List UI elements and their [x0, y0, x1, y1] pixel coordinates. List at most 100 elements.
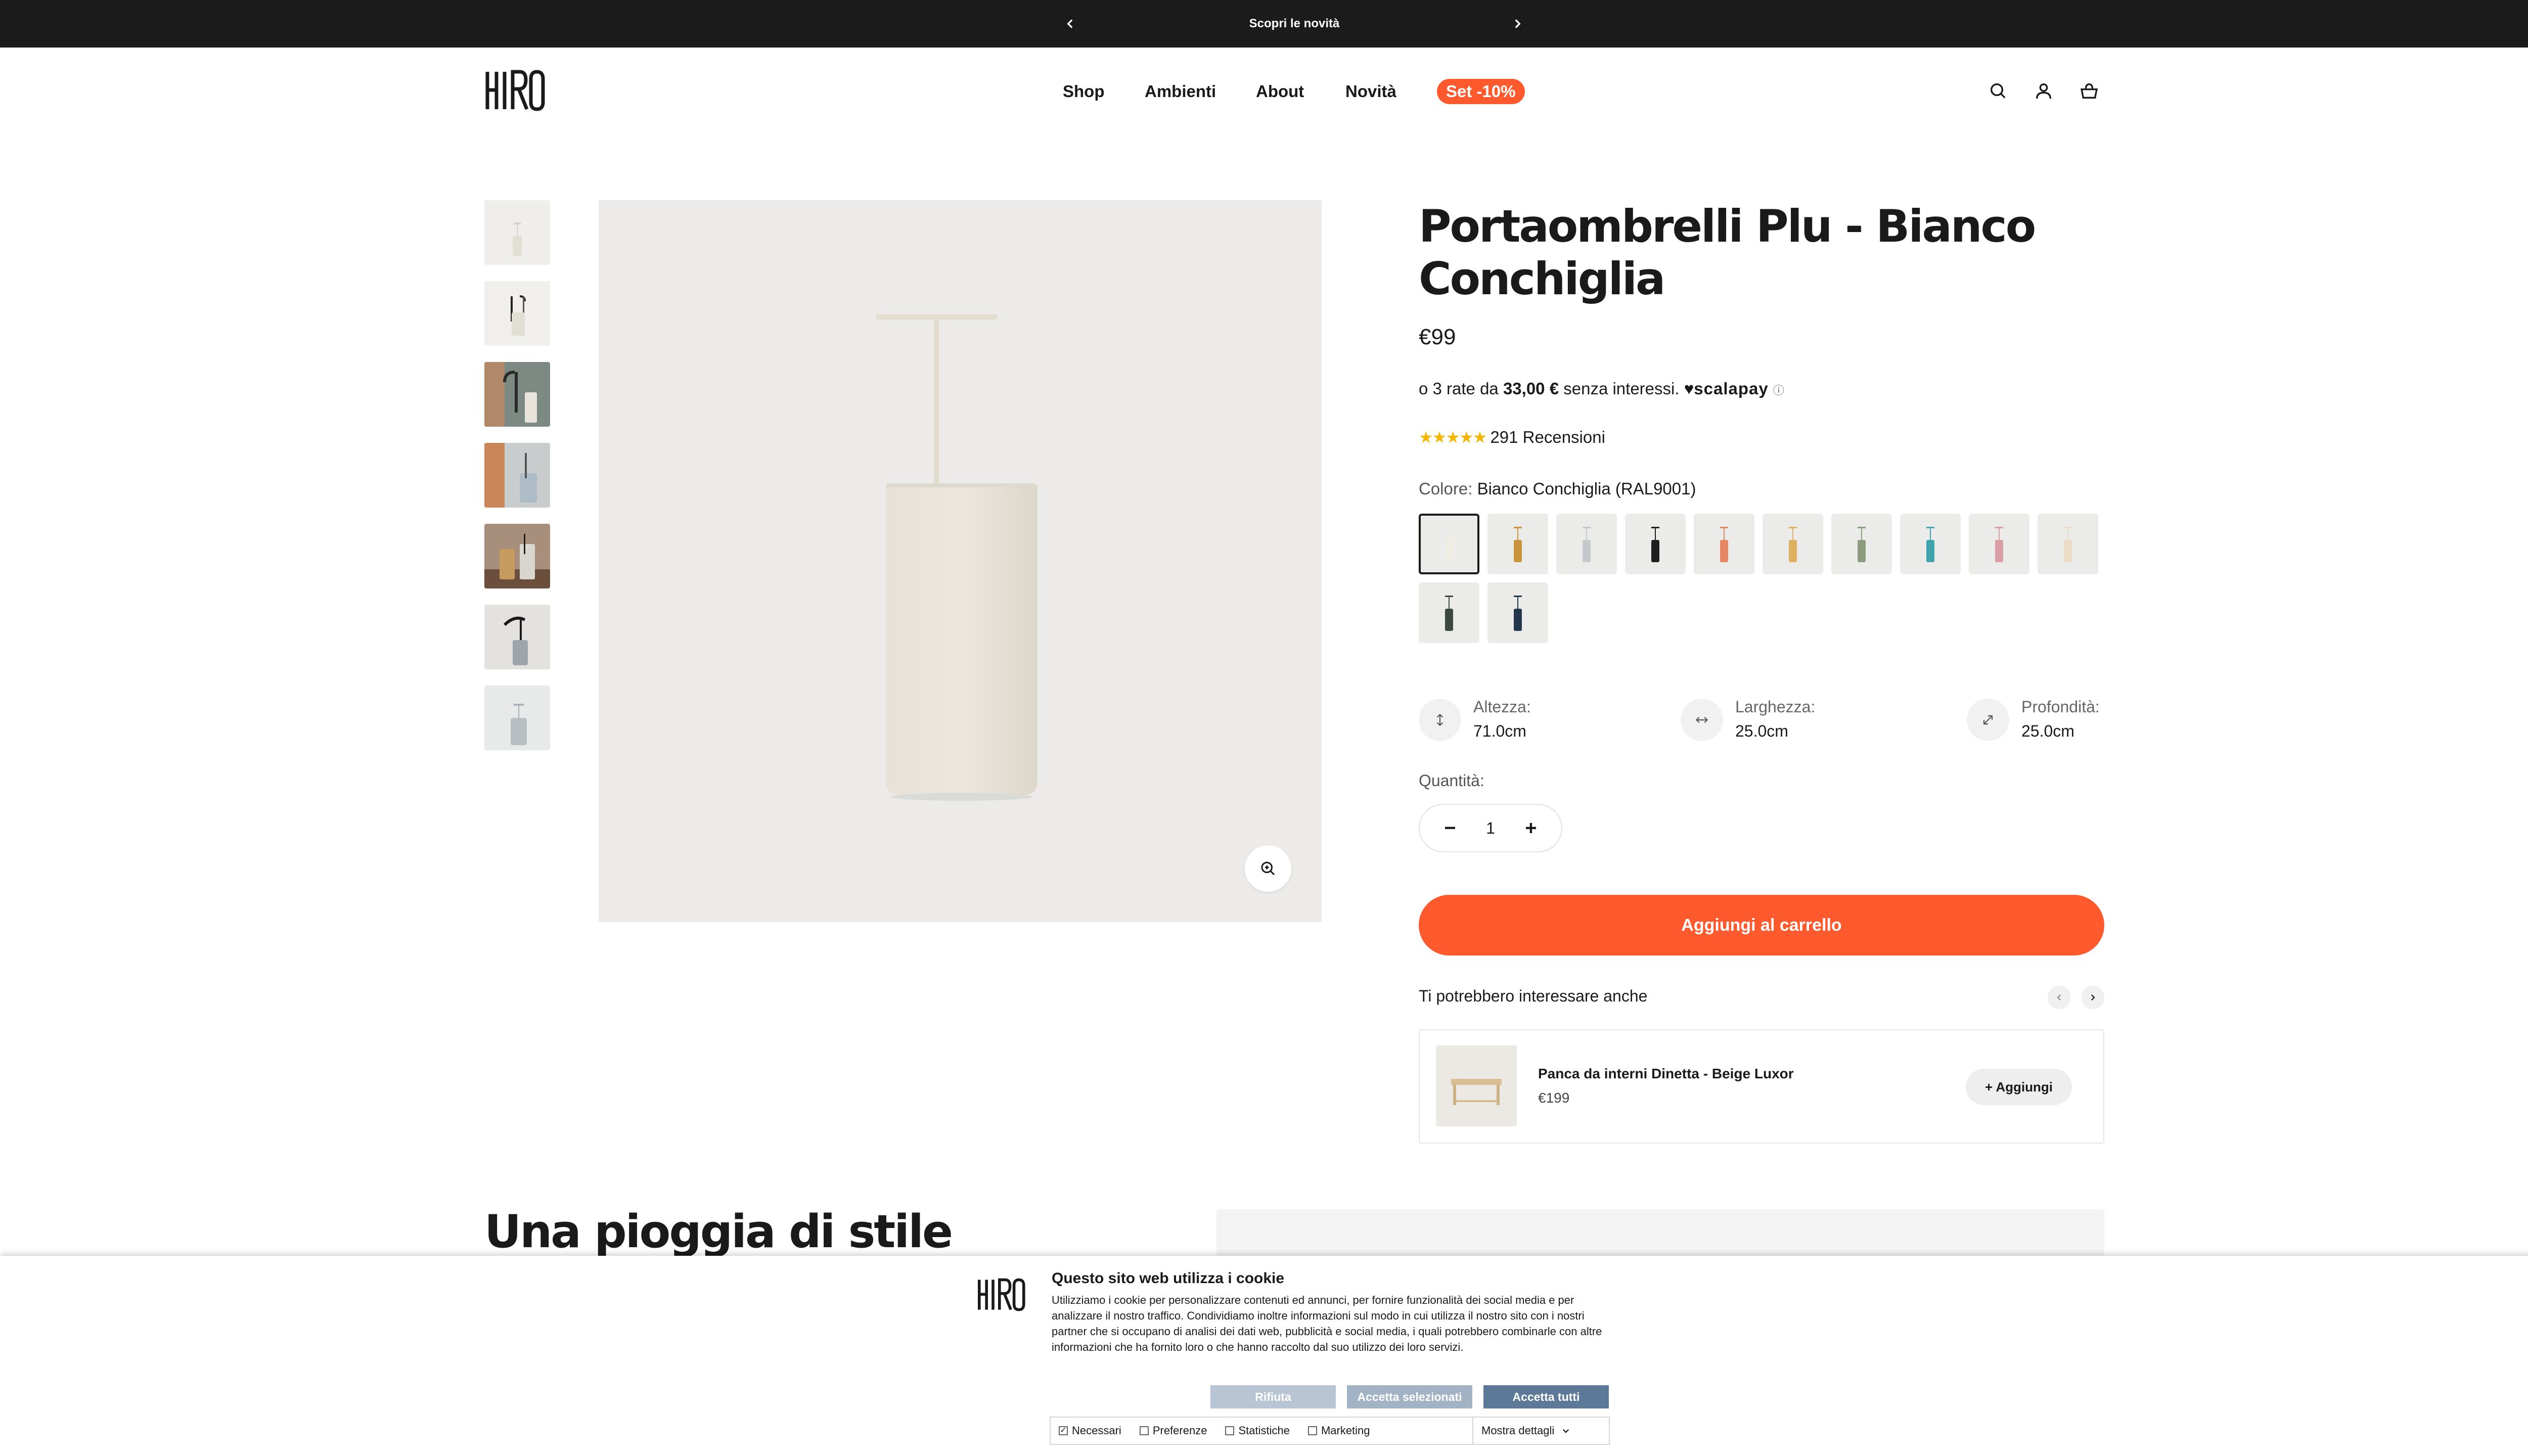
- quantity-label: Quantità:: [1419, 771, 1484, 790]
- cookie-option-preferenze[interactable]: Preferenze: [1139, 1424, 1207, 1437]
- product-price: €99: [1419, 325, 1456, 349]
- thumbnail-7[interactable]: [484, 686, 550, 750]
- color-label: Colore: Bianco Conchiglia (RAL9001): [1419, 479, 1696, 498]
- add-recommendation-button[interactable]: + Aggiungi: [1966, 1069, 2072, 1105]
- color-swatch[interactable]: [1419, 514, 1479, 574]
- option-label: Preferenze: [1152, 1424, 1207, 1437]
- installments-suffix: senza interessi.: [1563, 379, 1680, 398]
- basket-icon: [2080, 83, 2098, 99]
- color-swatch[interactable]: [1419, 582, 1479, 643]
- main-product-image[interactable]: [599, 200, 1322, 922]
- account-button[interactable]: [2032, 79, 2056, 103]
- cookie-banner: Questo sito web utilizza i cookie Utiliz…: [0, 1256, 2528, 1456]
- quantity-stepper: − 1 +: [1419, 804, 1562, 852]
- product-rating[interactable]: ★★★★★ 291 Recensioni: [1419, 428, 1605, 447]
- quantity-decrease-button[interactable]: −: [1440, 817, 1460, 840]
- accept-selected-cookies-button[interactable]: Accetta selezionati: [1347, 1385, 1472, 1408]
- dimension-label: Altezza:: [1473, 698, 1531, 716]
- show-details-label: Mostra dettagli: [1481, 1424, 1555, 1437]
- chevron-left-icon: [1067, 19, 1073, 28]
- star-rating-icon: ★★★★★: [1419, 428, 1487, 446]
- site-header: Shop Ambienti About Novità Set -10%: [0, 48, 2528, 133]
- nav-novita[interactable]: Novità: [1345, 79, 1396, 104]
- thumbnail-5[interactable]: [484, 524, 550, 588]
- zoom-button[interactable]: [1245, 845, 1291, 892]
- color-swatch[interactable]: [1969, 514, 2029, 574]
- color-swatch[interactable]: [1831, 514, 1892, 574]
- announcement-text[interactable]: Scopri le novità: [1163, 0, 1426, 48]
- cookie-text: Utilizziamo i cookie per personalizzare …: [1052, 1294, 1602, 1353]
- accept-all-cookies-button[interactable]: Accetta tutti: [1483, 1385, 1609, 1408]
- nav-ambienti[interactable]: Ambienti: [1145, 79, 1216, 104]
- thumbnail-2[interactable]: [484, 281, 550, 346]
- announcement-bar: Scopri le novità: [0, 0, 2528, 48]
- info-icon[interactable]: ⓘ: [1773, 384, 1784, 397]
- dimension-width: Larghezza: 25.0cm: [1681, 696, 1815, 744]
- thumbnail-6[interactable]: [484, 605, 550, 669]
- color-swatch[interactable]: [1694, 514, 1754, 574]
- announcement-next-button[interactable]: [1505, 10, 1530, 37]
- recommendation-card[interactable]: Panca da interni Dinetta - Beige Luxor €…: [1419, 1029, 2104, 1144]
- nav-set-promo[interactable]: Set -10%: [1437, 79, 1525, 104]
- add-to-cart-button[interactable]: Aggiungi al carrello: [1419, 895, 2104, 956]
- installments-amount: 33,00 €: [1503, 379, 1559, 398]
- option-label: Statistiche: [1238, 1424, 1290, 1437]
- thumbnail-4[interactable]: [484, 443, 550, 508]
- dimensions: Altezza: 71.0cm Larghezza: 25.0cm Profondi…: [1419, 696, 2104, 756]
- dimension-height: Altezza: 71.0cm: [1419, 696, 1531, 744]
- depth-arrow-icon: [1983, 715, 1993, 725]
- heart-icon: ♥: [1684, 379, 1694, 398]
- quantity-value[interactable]: 1: [1486, 819, 1495, 838]
- checkbox-icon[interactable]: [1225, 1426, 1235, 1435]
- color-swatch[interactable]: [1487, 582, 1548, 643]
- color-swatch[interactable]: [1900, 514, 1961, 574]
- option-label: Necessari: [1072, 1424, 1121, 1437]
- dimension-label: Profondità:: [2021, 698, 2100, 716]
- checkbox-icon[interactable]: [1307, 1426, 1317, 1435]
- color-swatch[interactable]: [1625, 514, 1686, 574]
- cart-button[interactable]: [2077, 79, 2101, 103]
- nav-shop[interactable]: Shop: [1063, 79, 1104, 104]
- checkbox-checked-icon[interactable]: ✓: [1059, 1426, 1068, 1435]
- color-swatch[interactable]: [1763, 514, 1823, 574]
- recommendations-header: Ti potrebbero interessare anche: [1419, 986, 2104, 1009]
- width-arrow-icon: [1695, 716, 1708, 723]
- dimension-value: 25.0cm: [2021, 722, 2074, 740]
- scalapay-logo: scalapay: [1694, 379, 1769, 398]
- color-swatch[interactable]: [1556, 514, 1617, 574]
- color-key: Colore:: [1419, 479, 1473, 498]
- announcement-prev-button[interactable]: [1058, 10, 1083, 37]
- color-swatch[interactable]: [2038, 514, 2098, 574]
- dimension-value: 25.0cm: [1735, 722, 1788, 740]
- nav-about[interactable]: About: [1256, 79, 1304, 104]
- reject-cookies-button[interactable]: Rifiuta: [1210, 1385, 1336, 1408]
- chevron-left-icon: [2057, 994, 2061, 1001]
- chevron-right-icon: [2091, 994, 2095, 1001]
- user-icon: [2036, 83, 2051, 99]
- product-info: Portaombrelli Plu - Bianco Conchiglia €9…: [1419, 200, 2104, 1144]
- recommendation-name[interactable]: Panca da interni Dinetta - Beige Luxor: [1538, 1066, 1794, 1082]
- cookie-option-marketing[interactable]: Marketing: [1307, 1424, 1370, 1437]
- dimension-label: Larghezza:: [1735, 698, 1816, 716]
- hiro-logo[interactable]: [484, 70, 545, 111]
- chevron-down-icon: [1563, 1429, 1569, 1433]
- installments-prefix: o 3 rate da: [1419, 379, 1499, 398]
- cookie-hiro-logo: [978, 1278, 1025, 1311]
- thumbnail-1[interactable]: [484, 200, 550, 265]
- search-button[interactable]: [1986, 79, 2010, 103]
- recommendations-next-button[interactable]: [2081, 986, 2104, 1009]
- recommendations-prev-button[interactable]: [2048, 986, 2071, 1009]
- cookie-option-statistiche[interactable]: Statistiche: [1225, 1424, 1290, 1437]
- search-icon: [1991, 83, 2006, 99]
- recommendation-image[interactable]: [1436, 1045, 1517, 1126]
- show-details-button[interactable]: Mostra dettagli: [1472, 1418, 1609, 1444]
- cookie-options: ✓ Necessari Preferenze Statistiche Market…: [1050, 1417, 1610, 1445]
- cookie-option-necessari[interactable]: ✓ Necessari: [1059, 1424, 1121, 1437]
- cookie-title: Questo sito web utilizza i cookie: [1052, 1270, 1285, 1287]
- option-label: Marketing: [1321, 1424, 1370, 1437]
- checkbox-icon[interactable]: [1139, 1426, 1149, 1435]
- color-swatch[interactable]: [1487, 514, 1548, 574]
- thumbnail-3[interactable]: [484, 362, 550, 427]
- quantity-increase-button[interactable]: +: [1521, 817, 1541, 840]
- height-arrow-icon: [1436, 713, 1443, 726]
